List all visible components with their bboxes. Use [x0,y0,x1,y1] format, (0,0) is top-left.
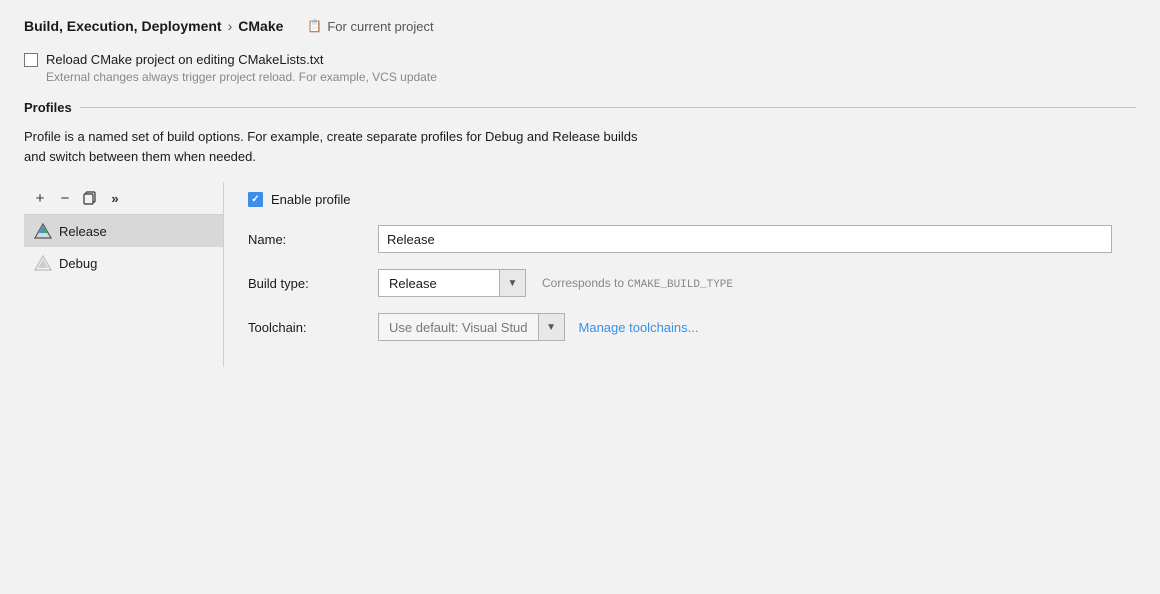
build-type-dropdown-arrow[interactable]: ▼ [499,270,525,296]
enable-profile-row: Enable profile [248,192,1112,207]
profile-detail: Enable profile Name: Build type: Release… [224,182,1136,367]
remove-profile-button[interactable]: − [53,186,77,210]
settings-page: Build, Execution, Deployment › CMake 📋 F… [0,0,1160,594]
more-actions-button[interactable]: » [103,186,127,210]
cmake-debug-icon [34,254,52,272]
manage-toolchains-link[interactable]: Manage toolchains... [579,320,699,335]
name-field-row: Name: [248,225,1112,253]
toolchain-field-row: Toolchain: Use default: Visual Stud ▼ Ma… [248,313,1112,341]
cmake-build-type-code: CMAKE_BUILD_TYPE [627,279,733,291]
section-divider [80,107,1136,108]
profile-name-debug: Debug [59,256,97,271]
reload-section: Reload CMake project on editing CMakeLis… [24,52,1136,84]
profile-list-panel: + − » [24,182,224,367]
breadcrumb-project-label: For current project [327,19,433,34]
build-type-label: Build type: [248,276,378,291]
toolchain-value: Use default: Visual Stud [379,320,538,335]
profiles-area: + − » [24,182,1136,367]
build-type-hint: Corresponds to CMAKE_BUILD_TYPE [542,276,733,291]
toolchain-dropdown-arrow[interactable]: ▼ [538,314,564,340]
profiles-description: Profile is a named set of build options.… [24,127,1136,166]
profiles-section-header: Profiles [24,100,1136,115]
profile-item-release[interactable]: Release [24,215,223,247]
profile-name-release: Release [59,224,107,239]
profiles-section-title: Profiles [24,100,72,115]
cmake-release-icon [34,222,52,240]
name-input[interactable] [378,225,1112,253]
toolchain-label: Toolchain: [248,320,378,335]
project-icon: 📋 [307,19,322,33]
enable-profile-checkbox[interactable] [248,192,263,207]
breadcrumb-separator: › [228,18,233,34]
add-profile-button[interactable]: + [28,186,52,210]
build-type-field-row: Build type: Release ▼ Corresponds to CMA… [248,269,1112,297]
breadcrumb: Build, Execution, Deployment › CMake 📋 F… [24,18,1136,34]
profile-toolbar: + − » [24,182,223,215]
reload-row: Reload CMake project on editing CMakeLis… [24,52,1136,67]
breadcrumb-parent: Build, Execution, Deployment [24,18,222,34]
name-label: Name: [248,232,378,247]
toolchain-select[interactable]: Use default: Visual Stud ▼ [378,313,565,341]
reload-checkbox[interactable] [24,53,38,67]
profile-item-debug[interactable]: Debug [24,247,223,279]
reload-hint: External changes always trigger project … [46,70,1136,84]
enable-profile-label: Enable profile [271,192,351,207]
profile-list: Release Debug [24,215,223,279]
reload-label: Reload CMake project on editing CMakeLis… [46,52,323,67]
breadcrumb-project: 📋 For current project [307,19,433,34]
build-type-select[interactable]: Release ▼ [378,269,526,297]
breadcrumb-current: CMake [238,18,283,34]
copy-profile-button[interactable] [78,186,102,210]
build-type-value: Release [379,276,499,291]
